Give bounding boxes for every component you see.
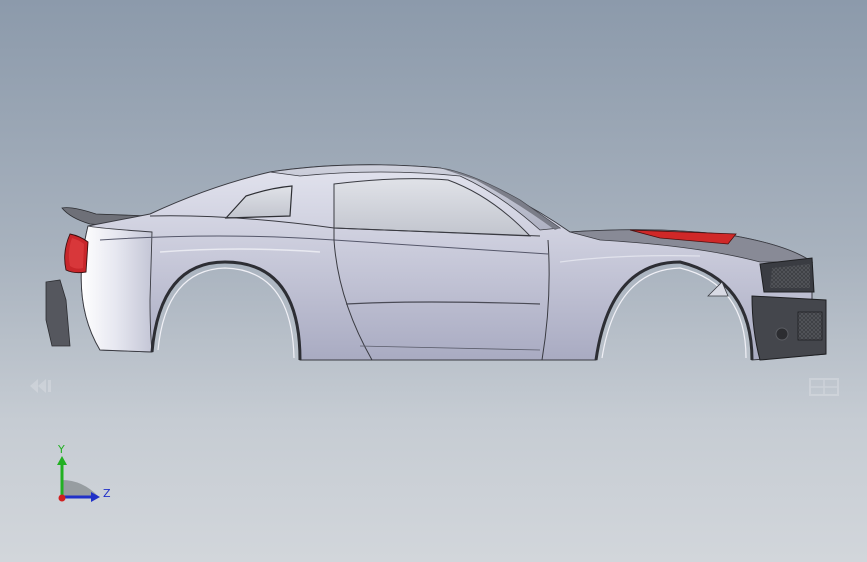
fog-light [775, 327, 789, 341]
coordinate-triad: Y Z [57, 443, 111, 502]
view-orientation-icon[interactable] [808, 376, 842, 398]
rear-diffuser [45, 279, 71, 347]
rear-bumper-panel [80, 225, 153, 353]
car-body-model[interactable] [0, 0, 867, 562]
graphics-viewport[interactable]: Y Z [0, 0, 867, 562]
lower-grille [797, 311, 823, 341]
y-axis-label: Y [57, 443, 65, 456]
z-axis-label: Z [103, 487, 111, 500]
previous-view-icon[interactable] [28, 376, 60, 396]
